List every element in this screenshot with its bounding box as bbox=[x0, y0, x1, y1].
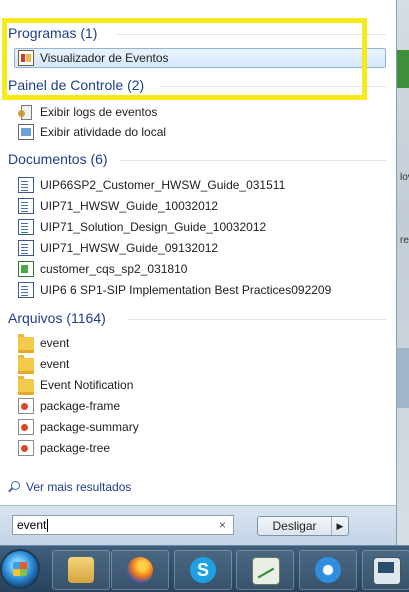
section-header-documents[interactable]: Documentos (6) bbox=[8, 151, 388, 167]
section-header-label: Arquivos (1164) bbox=[8, 310, 106, 326]
result-item-label: UIP71_HWSW_Guide_10032012 bbox=[40, 199, 219, 213]
background-blue-block bbox=[396, 348, 409, 408]
search-input-value: event bbox=[17, 518, 47, 532]
shutdown-button-group: Desligar ▶ bbox=[257, 516, 349, 536]
result-item-local-activity[interactable]: Exibir atividade do local bbox=[18, 122, 166, 142]
highlight-annotation-box bbox=[2, 18, 367, 100]
see-more-results-link[interactable]: Ver mais resultados bbox=[8, 480, 131, 494]
html-file-icon bbox=[18, 440, 34, 456]
taskbar-button-skype[interactable]: S bbox=[174, 550, 232, 590]
search-icon bbox=[8, 481, 20, 493]
see-more-results-label: Ver mais resultados bbox=[26, 480, 132, 494]
remote-desktop-icon bbox=[373, 557, 401, 585]
taskbar-button-remote-desktop[interactable] bbox=[362, 550, 409, 590]
result-item-document[interactable]: UIP66SP2_Customer_HWSW_Guide_031511 bbox=[18, 175, 285, 195]
taskbar: S bbox=[0, 545, 409, 592]
excel-doc-icon bbox=[18, 261, 34, 277]
word-doc-icon bbox=[18, 282, 34, 298]
shutdown-options-arrow-icon[interactable]: ▶ bbox=[332, 517, 348, 535]
result-item-label: UIP66SP2_Customer_HWSW_Guide_031511 bbox=[40, 178, 286, 192]
taskbar-button-internet-explorer[interactable] bbox=[299, 550, 357, 590]
word-doc-icon bbox=[18, 198, 34, 214]
folder-icon bbox=[18, 375, 34, 395]
folder-icon bbox=[18, 333, 34, 353]
text-caret bbox=[47, 519, 49, 533]
result-item-label: Exibir atividade do local bbox=[40, 125, 167, 139]
result-item-label: customer_cqs_sp2_031810 bbox=[40, 262, 188, 276]
windows-explorer-icon bbox=[68, 557, 94, 583]
activity-icon bbox=[18, 124, 34, 140]
result-item-file[interactable]: package-summary bbox=[18, 417, 139, 437]
result-item-document[interactable]: UIP6 6 SP1-SIP Implementation Best Pract… bbox=[18, 280, 331, 300]
result-item-label: UIP71_Solution_Design_Guide_10032012 bbox=[40, 220, 267, 234]
result-item-document[interactable]: UIP71_HWSW_Guide_09132012 bbox=[18, 238, 218, 258]
html-file-icon bbox=[18, 398, 34, 414]
result-item-file[interactable]: package-frame bbox=[18, 396, 120, 416]
result-item-event-logs[interactable]: Exibir logs de eventos bbox=[18, 102, 157, 122]
result-item-label: Exibir logs de eventos bbox=[40, 105, 158, 119]
word-doc-icon bbox=[18, 177, 34, 193]
background-text-fragment: re bbox=[400, 235, 409, 246]
taskbar-button-explorer[interactable] bbox=[52, 550, 110, 590]
firefox-icon bbox=[127, 557, 153, 583]
result-item-label: UIP6 6 SP1-SIP Implementation Best Pract… bbox=[40, 283, 332, 297]
background-text-fragment: lov bbox=[400, 172, 409, 183]
divider bbox=[120, 160, 386, 161]
word-doc-icon bbox=[18, 240, 34, 256]
start-button[interactable] bbox=[2, 551, 38, 587]
result-item-file[interactable]: event bbox=[18, 354, 69, 374]
result-item-document[interactable]: UIP71_Solution_Design_Guide_10032012 bbox=[18, 217, 266, 237]
start-menu-footer: event × Desligar ▶ bbox=[0, 505, 397, 546]
taskbar-button-firefox[interactable] bbox=[111, 550, 169, 590]
shutdown-button[interactable]: Desligar bbox=[258, 517, 332, 535]
taskbar-button-performance-monitor[interactable] bbox=[236, 550, 294, 590]
result-item-label: UIP71_HWSW_Guide_09132012 bbox=[40, 241, 219, 255]
result-item-file[interactable]: event bbox=[18, 333, 69, 353]
divider bbox=[128, 319, 386, 320]
word-doc-icon bbox=[18, 219, 34, 235]
result-item-document[interactable]: UIP71_HWSW_Guide_10032012 bbox=[18, 196, 218, 216]
result-item-label: event bbox=[40, 336, 70, 350]
internet-explorer-icon bbox=[315, 557, 341, 583]
result-item-label: package-frame bbox=[40, 399, 121, 413]
result-item-label: event bbox=[40, 357, 70, 371]
performance-monitor-icon bbox=[252, 557, 280, 585]
html-file-icon bbox=[18, 419, 34, 435]
clear-search-icon[interactable]: × bbox=[219, 518, 226, 532]
result-item-label: package-summary bbox=[40, 420, 139, 434]
result-item-file[interactable]: Event Notification bbox=[18, 375, 133, 395]
result-item-file[interactable]: package-tree bbox=[18, 438, 110, 458]
search-input[interactable]: event × bbox=[12, 515, 234, 535]
result-item-document[interactable]: customer_cqs_sp2_031810 bbox=[18, 259, 187, 279]
event-log-icon bbox=[18, 104, 34, 120]
start-menu-search-results: Programas (1) Visualizador de Eventos Pa… bbox=[0, 0, 397, 505]
skype-icon: S bbox=[190, 557, 216, 583]
background-green-block bbox=[396, 50, 409, 88]
result-item-label: package-tree bbox=[40, 441, 111, 455]
folder-icon bbox=[18, 354, 34, 374]
section-header-files[interactable]: Arquivos (1164) bbox=[8, 310, 388, 326]
section-header-label: Documentos (6) bbox=[8, 151, 108, 167]
result-item-label: Event Notification bbox=[40, 378, 134, 392]
